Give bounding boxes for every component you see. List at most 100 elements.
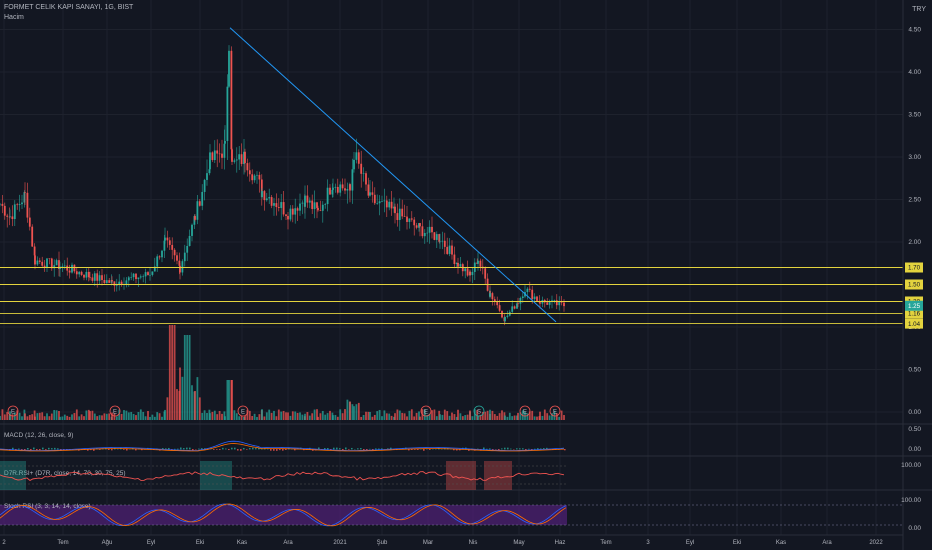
volume-bar xyxy=(371,416,374,420)
volume-bar xyxy=(486,410,489,420)
candle-body xyxy=(369,192,371,196)
macd-hist-bar xyxy=(516,448,518,450)
candle-body xyxy=(226,86,229,141)
candle-body xyxy=(316,202,318,208)
candle-body xyxy=(142,276,145,277)
x-tick-label: 2021 xyxy=(333,540,347,546)
currency-label[interactable]: TRY xyxy=(912,6,926,13)
macd-hist-bar xyxy=(423,449,425,451)
macd-hist-bar xyxy=(234,447,236,450)
candle-body xyxy=(149,274,151,276)
candle-body xyxy=(360,163,363,174)
candle-body xyxy=(258,174,261,180)
time-axis[interactable]: 2 Tem Ağu Eyl Eki Kas Ara 2021 Şub Mar Nis May Haz Te… xyxy=(0,534,903,546)
volume-bar xyxy=(367,411,370,420)
volume-bar xyxy=(560,410,563,420)
candle-body xyxy=(171,244,174,250)
candle-body xyxy=(319,210,322,211)
candle-body xyxy=(415,225,418,228)
candle-body xyxy=(1,203,4,206)
volume-bar xyxy=(132,413,135,420)
volume-bar xyxy=(461,416,464,420)
volume-bar xyxy=(273,410,275,420)
candle-body xyxy=(83,274,85,278)
candle-body xyxy=(275,203,278,208)
volume-bar xyxy=(201,412,204,420)
candle-body xyxy=(139,276,142,278)
volume-bar xyxy=(233,410,236,420)
candle-body xyxy=(253,175,256,181)
candle-body xyxy=(218,153,221,155)
candle-body xyxy=(105,280,108,284)
volume-bar xyxy=(209,413,211,420)
chart-canvas[interactable]: E E E E S E E MACD (12, 26, close, 9) D7R.RSI+… xyxy=(0,0,932,550)
volume-bar xyxy=(213,410,216,420)
candle-body xyxy=(317,207,319,211)
volume-bar xyxy=(83,416,85,420)
volume-bar xyxy=(34,416,36,420)
volume-bar xyxy=(48,416,51,420)
volume-bar xyxy=(24,413,26,420)
volume-bar xyxy=(351,404,354,420)
macd-hist-bar xyxy=(483,447,485,450)
volume-bar xyxy=(489,409,491,420)
volume-bar xyxy=(226,380,229,420)
macd-hist-bar xyxy=(21,449,23,450)
macd-tick: 0.50 xyxy=(908,426,921,433)
macd-hist-bar xyxy=(33,447,35,450)
volume-bar xyxy=(563,415,565,420)
macd-hist-bar xyxy=(57,448,59,450)
stoch-panel[interactable]: Stoch RSI (3, 3, 14, 14, close) xyxy=(0,503,903,527)
candle-body xyxy=(376,203,379,204)
macd-hist-bar xyxy=(183,448,185,450)
macd-hist-bar xyxy=(18,448,20,450)
volume-bar xyxy=(289,415,292,420)
y-tick-label: 3.00 xyxy=(908,154,921,161)
macd-hist-bar xyxy=(126,449,128,451)
d7r-panel[interactable]: D7R.RSI+ (D7R, close, 14, 70, 30, 75, 25… xyxy=(0,461,567,490)
candle-body xyxy=(9,216,11,218)
volume-bar xyxy=(413,416,416,420)
volume-bar xyxy=(282,410,285,420)
volume-bar xyxy=(228,380,230,420)
volume-bar xyxy=(546,413,549,420)
macd-hist-bar xyxy=(429,449,431,450)
candle-body xyxy=(413,219,416,226)
volume-bar xyxy=(280,411,283,420)
volume-bar xyxy=(139,409,142,420)
volume-bar xyxy=(265,412,268,420)
volume-bar xyxy=(18,412,21,420)
price-axis[interactable]: 4.504.003.503.002.502.001.501.000.500.00… xyxy=(901,0,923,550)
volume-bar xyxy=(291,411,294,420)
volume-bar xyxy=(66,415,69,420)
x-tick-label: Mar xyxy=(423,540,433,546)
volume-bar xyxy=(496,415,499,420)
macd-tick: 0.00 xyxy=(908,446,921,453)
macd-panel[interactable]: MACD (12, 26, close, 9) xyxy=(0,432,566,452)
volume-bar xyxy=(339,409,342,420)
macd-hist-bar xyxy=(504,447,506,450)
candle-body xyxy=(87,271,90,278)
volume-bar xyxy=(115,416,118,420)
volume-bar xyxy=(258,414,261,420)
candle-body xyxy=(16,204,19,206)
macd-hist-bar xyxy=(351,447,353,450)
macd-hist-bar xyxy=(42,447,44,450)
macd-hist-bar xyxy=(375,448,377,450)
candle-body xyxy=(285,214,287,216)
candle-body xyxy=(137,277,140,280)
candle-body xyxy=(28,217,31,227)
volume-bar xyxy=(240,415,243,420)
volume-bar xyxy=(346,399,349,420)
candle-body xyxy=(156,256,159,267)
volume-bar xyxy=(153,416,156,420)
volume-bar xyxy=(365,411,367,420)
candle-body xyxy=(498,305,501,311)
candle-body xyxy=(111,280,113,282)
macd-hist-bar xyxy=(519,448,521,450)
candle-body xyxy=(231,149,233,162)
volume-bar xyxy=(196,377,199,420)
y-tick-label: 2.00 xyxy=(908,239,921,246)
volume-bar xyxy=(319,413,322,420)
candle-body xyxy=(248,170,251,175)
